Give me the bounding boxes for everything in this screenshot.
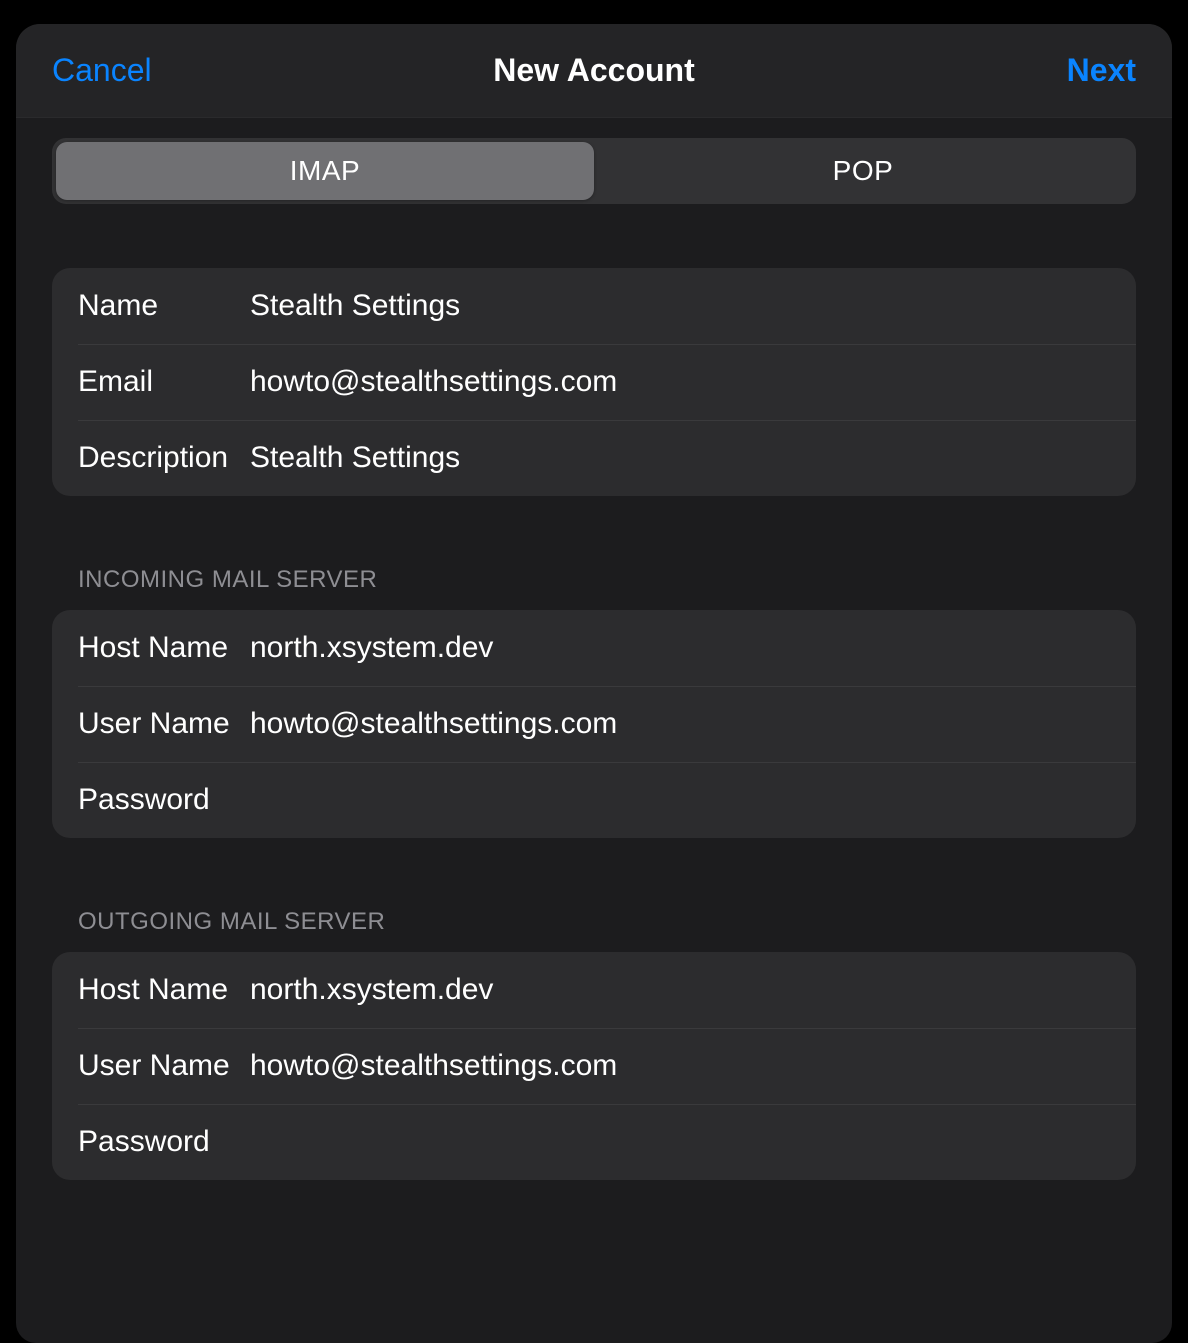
outgoing-user-label: User Name: [78, 1049, 250, 1083]
outgoing-host-label: Host Name: [78, 973, 250, 1007]
incoming-user-input[interactable]: [250, 707, 1110, 741]
row-email: Email: [52, 344, 1136, 420]
row-incoming-host: Host Name: [52, 610, 1136, 686]
tab-pop[interactable]: POP: [594, 142, 1132, 200]
tab-imap[interactable]: IMAP: [56, 142, 594, 200]
email-label: Email: [78, 365, 250, 399]
outgoing-server-group: Host Name User Name Password: [52, 952, 1136, 1180]
row-incoming-user: User Name: [52, 686, 1136, 762]
row-incoming-password: Password: [52, 762, 1136, 838]
outgoing-password-label: Password: [78, 1125, 250, 1159]
description-input[interactable]: [250, 441, 1110, 475]
next-button[interactable]: Next: [1067, 52, 1136, 89]
incoming-host-input[interactable]: [250, 631, 1110, 665]
row-description: Description: [52, 420, 1136, 496]
incoming-user-label: User Name: [78, 707, 250, 741]
row-outgoing-host: Host Name: [52, 952, 1136, 1028]
outgoing-header: Outgoing Mail Server: [78, 908, 1136, 936]
protocol-segmented-control: IMAP POP: [52, 138, 1136, 204]
name-input[interactable]: [250, 289, 1110, 323]
outgoing-user-input[interactable]: [250, 1049, 1110, 1083]
page-title: New Account: [493, 52, 695, 89]
name-label: Name: [78, 289, 250, 323]
outgoing-password-input[interactable]: [250, 1125, 1110, 1159]
row-name: Name: [52, 268, 1136, 344]
new-account-sheet: Cancel New Account Next IMAP POP Name Em…: [16, 24, 1172, 1343]
incoming-server-group: Host Name User Name Password: [52, 610, 1136, 838]
incoming-host-label: Host Name: [78, 631, 250, 665]
email-input[interactable]: [250, 365, 1110, 399]
incoming-header: Incoming Mail Server: [78, 566, 1136, 594]
nav-bar: Cancel New Account Next: [16, 24, 1172, 118]
incoming-password-label: Password: [78, 783, 250, 817]
outgoing-host-input[interactable]: [250, 973, 1110, 1007]
row-outgoing-password: Password: [52, 1104, 1136, 1180]
account-info-group: Name Email Description: [52, 268, 1136, 496]
description-label: Description: [78, 441, 250, 475]
incoming-password-input[interactable]: [250, 783, 1110, 817]
content-area: IMAP POP Name Email Description Incoming…: [16, 118, 1172, 1180]
cancel-button[interactable]: Cancel: [52, 52, 152, 89]
row-outgoing-user: User Name: [52, 1028, 1136, 1104]
